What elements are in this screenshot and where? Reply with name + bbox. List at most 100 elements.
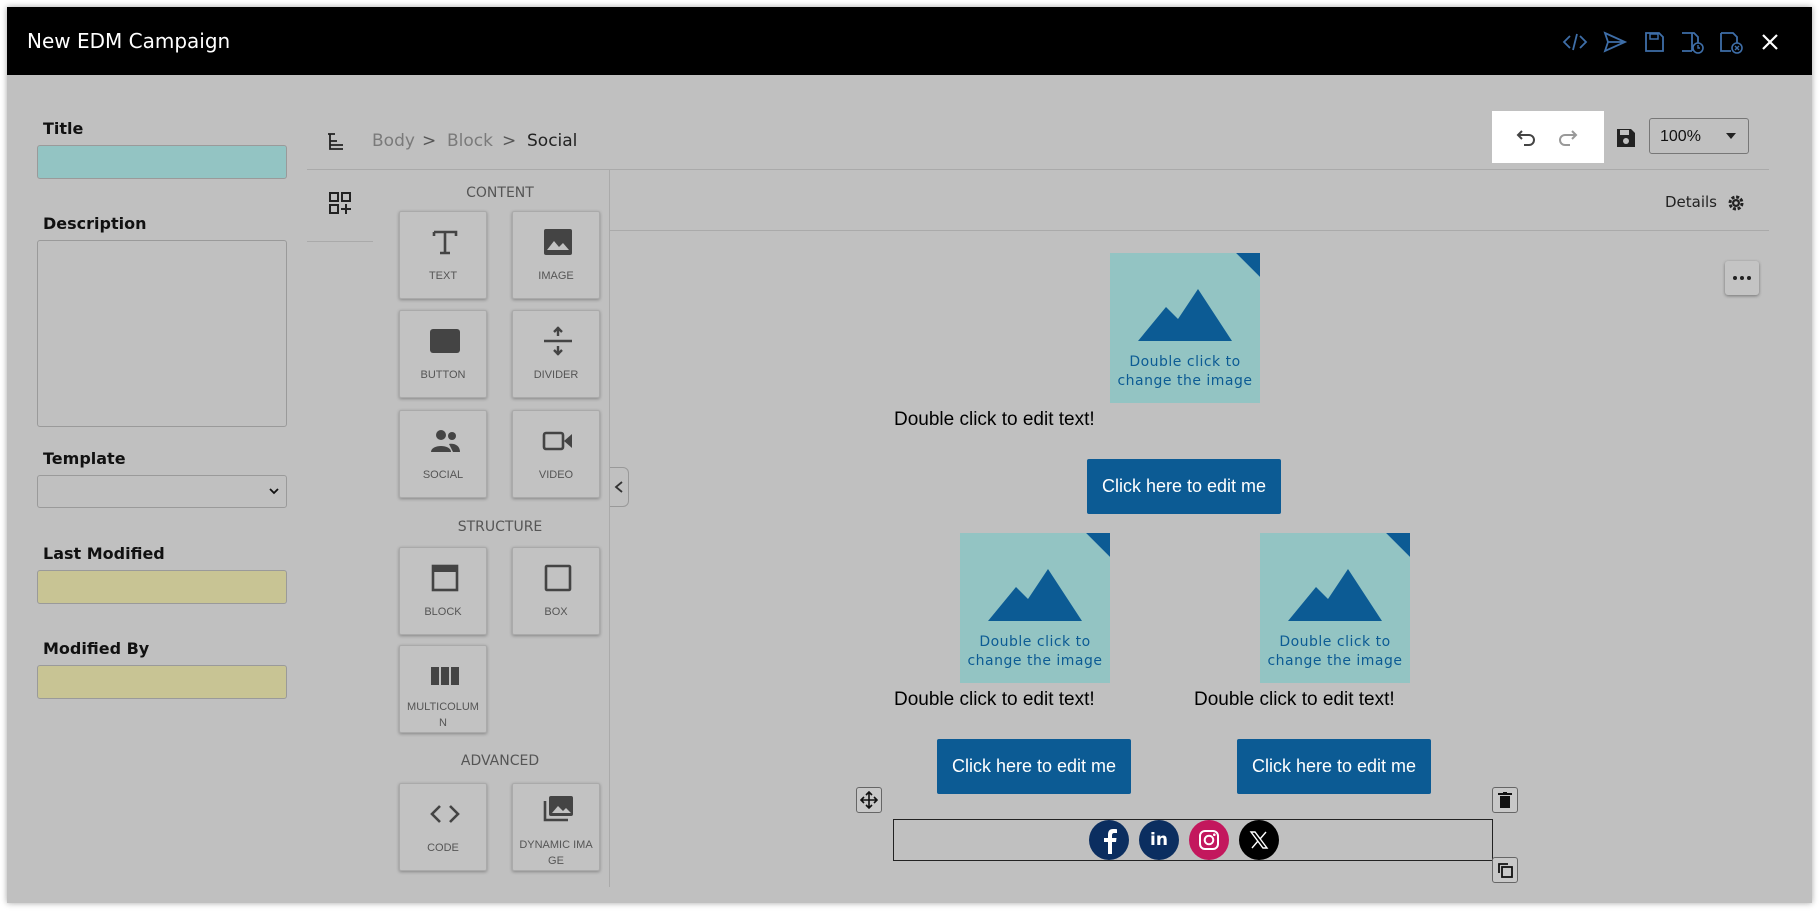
more-icon <box>1733 276 1751 280</box>
breadcrumb-separator: > <box>422 131 437 151</box>
send-icon[interactable] <box>1602 29 1628 55</box>
description-field[interactable] <box>37 240 287 427</box>
mountain-icon <box>1288 569 1382 621</box>
social-icon <box>431 430 460 452</box>
tile-label: DIVIDER <box>533 369 579 381</box>
image-placeholder[interactable]: Double click to change the image <box>1110 253 1260 403</box>
tile-label: DYNAMIC IMAGE <box>519 839 593 867</box>
fold-corner <box>1086 533 1110 557</box>
image-placeholder[interactable]: Double click to change the image <box>1260 533 1410 683</box>
tile-label: CODE <box>427 842 459 854</box>
tile-label: IMAGE <box>538 270 574 282</box>
code-tile[interactable]: CODE <box>399 783 487 871</box>
history-toolbar <box>1492 111 1604 163</box>
button-icon <box>430 329 460 353</box>
block-icon <box>431 564 459 592</box>
modal-header: New EDM Campaign <box>7 7 1812 75</box>
dynamic-image-tile[interactable]: DYNAMIC IMAGE <box>512 783 600 871</box>
campaign-modal: New EDM Campaign Title Description Templ… <box>7 7 1812 903</box>
box-icon <box>544 564 572 592</box>
instagram-icon[interactable] <box>1189 820 1229 860</box>
image-placeholder[interactable]: Double click to change the image <box>960 533 1110 683</box>
description-label: Description <box>43 214 147 233</box>
undo-icon[interactable] <box>1512 124 1538 150</box>
text-block-tile[interactable]: TEXT <box>399 211 487 299</box>
divider <box>609 169 610 887</box>
details-toggle[interactable]: Details <box>1665 193 1744 211</box>
text-block[interactable]: Double click to edit text! <box>894 409 1095 431</box>
chevron-down-icon <box>269 488 279 495</box>
delete-button[interactable] <box>1492 787 1518 813</box>
block-tile[interactable]: BLOCK <box>399 547 487 635</box>
breadcrumb-item-block[interactable]: Block <box>447 131 493 151</box>
tile-label: MULTICOLUMN <box>407 701 479 729</box>
title-field[interactable] <box>37 145 287 179</box>
multicolumn-tile[interactable]: MULTICOLUMN <box>399 645 487 733</box>
button-block-tile[interactable]: BUTTON <box>399 310 487 398</box>
content-section-title: CONTENT <box>466 185 534 201</box>
social-block-tile[interactable]: SOCIAL <box>399 410 487 498</box>
tile-label: BOX <box>544 606 568 618</box>
save-schedule-icon[interactable] <box>1679 29 1705 55</box>
breadcrumb-item-body[interactable]: Body <box>372 131 415 151</box>
image-caption: Double click to change the image <box>967 634 1103 669</box>
template-select[interactable] <box>37 475 287 508</box>
video-icon <box>542 431 572 451</box>
linkedin-icon[interactable]: in <box>1139 820 1179 860</box>
image-caption: Double click to change the image <box>1117 354 1253 389</box>
text-icon <box>432 230 458 255</box>
divider-block-tile[interactable]: DIVIDER <box>512 310 600 398</box>
code-icon[interactable] <box>1562 29 1588 55</box>
redo-icon[interactable] <box>1556 124 1582 150</box>
tile-label: BLOCK <box>424 606 462 618</box>
collapse-panel-button[interactable] <box>610 467 629 507</box>
text-block[interactable]: Double click to edit text! <box>1194 689 1395 711</box>
email-button[interactable]: Click here to edit me <box>937 739 1131 794</box>
mountain-icon <box>1138 289 1232 341</box>
image-block-tile[interactable]: IMAGE <box>512 211 600 299</box>
close-icon[interactable] <box>1757 29 1783 55</box>
move-handle[interactable] <box>856 787 882 813</box>
details-label: Details <box>1665 193 1718 211</box>
duplicate-button[interactable] <box>1492 857 1518 883</box>
email-button[interactable]: Click here to edit me <box>1237 739 1431 794</box>
save-close-icon[interactable] <box>1718 29 1744 55</box>
chevron-left-icon <box>614 481 623 493</box>
multicolumn-icon <box>431 667 459 685</box>
box-tile[interactable]: BOX <box>512 547 600 635</box>
gear-icon <box>1728 195 1744 211</box>
mountain-icon <box>988 569 1082 621</box>
facebook-icon[interactable] <box>1089 820 1129 860</box>
breadcrumb-separator: > <box>502 131 517 151</box>
modal-title: New EDM Campaign <box>27 29 231 53</box>
code-icon <box>430 805 460 823</box>
last-modified-field <box>37 570 287 604</box>
fold-corner <box>1236 253 1260 277</box>
modified-by-field <box>37 665 287 699</box>
tree-icon[interactable] <box>325 131 347 153</box>
save-icon[interactable] <box>1615 127 1637 149</box>
caret-down-icon <box>1726 133 1736 139</box>
text-block[interactable]: Double click to edit text! <box>894 689 1095 711</box>
tile-label: VIDEO <box>538 469 574 481</box>
tile-label: TEXT <box>428 270 458 282</box>
tile-label: BUTTON <box>420 369 466 381</box>
x-icon[interactable] <box>1239 820 1279 860</box>
add-blocks-icon[interactable] <box>327 190 353 216</box>
trash-icon <box>1498 792 1512 808</box>
structure-section-title: STRUCTURE <box>457 519 543 535</box>
move-icon <box>860 791 878 809</box>
tile-label: SOCIAL <box>422 469 464 481</box>
divider-icon <box>544 326 572 356</box>
template-label: Template <box>43 449 126 468</box>
zoom-value: 100% <box>1660 128 1701 145</box>
zoom-select[interactable]: 100% <box>1649 118 1749 154</box>
divider <box>307 241 373 242</box>
email-button[interactable]: Click here to edit me <box>1087 459 1281 514</box>
save-icon[interactable] <box>1641 29 1667 55</box>
last-modified-label: Last Modified <box>43 544 165 563</box>
breadcrumb-item-social: Social <box>527 131 578 151</box>
more-options-button[interactable] <box>1725 261 1759 295</box>
video-block-tile[interactable]: VIDEO <box>512 410 600 498</box>
dynamic-image-icon <box>543 796 573 822</box>
